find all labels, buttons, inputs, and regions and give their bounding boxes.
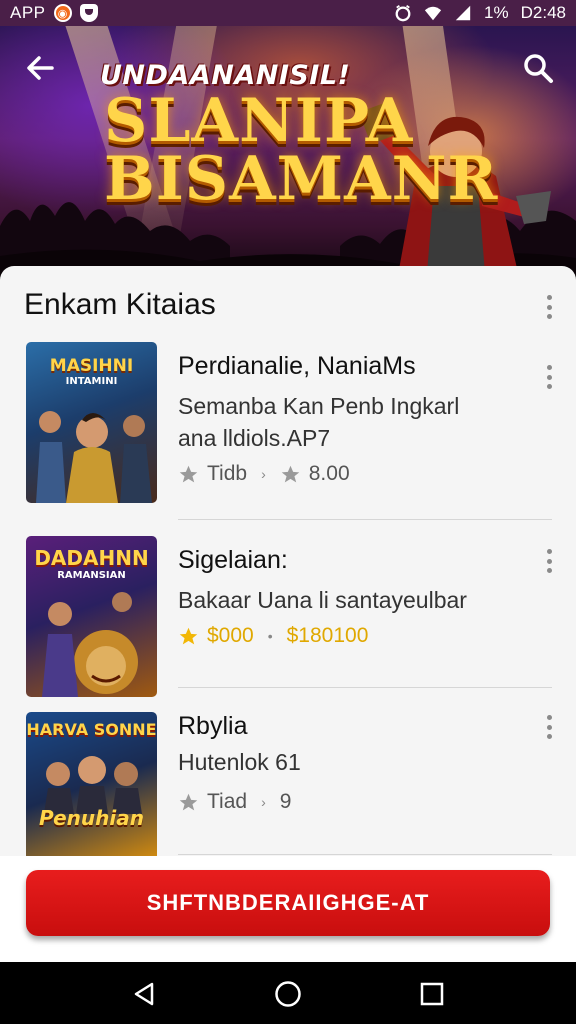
kebab-menu-icon[interactable]: [541, 712, 557, 742]
list-item[interactable]: HARVA SONNE Penuhian Rbylia Hutenlok 61 …: [0, 712, 576, 862]
banner-title-line1: SLANIPA: [104, 86, 414, 156]
thumbnail-title: MASIHNI: [49, 356, 134, 376]
thumbnail-title: HARVA SONNE: [26, 720, 157, 739]
thumbnail-title: DADAHNN: [34, 546, 149, 570]
item-meta: $000 • $180100: [178, 624, 368, 648]
search-icon[interactable]: [522, 52, 554, 84]
back-arrow-icon[interactable]: [22, 50, 58, 86]
thumbnail-art: [36, 411, 152, 503]
thumbnail-subtitle: Penuhian: [39, 806, 144, 830]
hero-banner: UNDAANANISIL! SLANIPA BISAMANR: [0, 26, 576, 276]
item-description: Bakaar Uana li santayeulbar: [178, 587, 467, 613]
divider: [178, 687, 552, 688]
section-title: Enkam Kitaias: [24, 288, 216, 321]
thumbnail-subtitle: RAMANSIAN: [57, 570, 126, 581]
content-card: Enkam Kitaias MASIHNI INTAMINI Perdianal…: [0, 266, 576, 866]
item-meta: Tidb › 8.00: [178, 462, 350, 486]
system-navigation-bar: [0, 962, 576, 1024]
item-description-line2: ana lldiols.AP7: [178, 425, 331, 451]
kebab-menu-icon[interactable]: [541, 546, 557, 576]
clock: D2:48: [520, 3, 566, 22]
meta-right-text: 8.00: [308, 462, 350, 485]
kebab-menu-icon[interactable]: [541, 362, 557, 392]
item-meta: Tiad › 9: [178, 790, 291, 814]
cta-area: SHFTNBDERAIIGHGE-AT: [0, 856, 576, 962]
divider: [178, 519, 552, 520]
item-title: Rbylia: [178, 712, 248, 740]
signal-icon: [455, 5, 471, 21]
meta-left-text: $000: [207, 624, 254, 647]
thumbnail-art: [42, 592, 138, 697]
primary-action-button[interactable]: SHFTNBDERAIIGHGE-AT: [26, 870, 550, 936]
meta-right-text: 9: [279, 790, 292, 813]
separator: •: [267, 628, 273, 644]
separator: ›: [261, 794, 266, 810]
banner-title-line2: BISAMANR: [104, 144, 499, 214]
status-right: 1% D2:48: [394, 3, 566, 23]
game-thumbnail: MASIHNI INTAMINI: [26, 342, 157, 503]
list-item[interactable]: MASIHNI INTAMINI Perdianalie, NaniaMs Se…: [0, 342, 576, 520]
kebab-menu-icon[interactable]: [541, 292, 557, 322]
shield-icon: [79, 4, 98, 22]
meta-left-text: Tidb: [207, 462, 248, 485]
star-icon: [179, 793, 198, 810]
game-thumbnail: HARVA SONNE Penuhian: [26, 712, 157, 857]
item-description: Semanba Kan Penb Ingkarl: [178, 393, 460, 419]
star-icon: [179, 465, 198, 482]
battery-text: 1%: [484, 3, 509, 22]
nav-back-icon[interactable]: [130, 980, 158, 1008]
star-icon: [179, 627, 198, 644]
separator: ›: [261, 466, 266, 482]
notification-app-icon: ◉: [53, 4, 72, 22]
item-title: Perdianalie, NaniaMs: [178, 352, 416, 380]
list-item[interactable]: DADAHNN RAMANSIAN Sigelaian: Bakaar Uana…: [0, 536, 576, 700]
thumbnail-subtitle: INTAMINI: [65, 376, 118, 387]
alarm-icon: [395, 5, 411, 22]
item-description: Hutenlok 61: [178, 749, 301, 775]
thumbnail-art: [44, 756, 142, 814]
wifi-icon: [424, 6, 442, 21]
status-bar: APP ◉ 1% D2:48: [0, 0, 576, 26]
meta-left-text: Tiad: [207, 790, 248, 813]
divider: [178, 854, 552, 855]
star-icon: [281, 465, 299, 482]
game-thumbnail: DADAHNN RAMANSIAN: [26, 536, 157, 697]
status-left: APP ◉: [10, 3, 98, 23]
meta-right-text: $180100: [286, 624, 369, 647]
status-app-label: APP: [10, 3, 46, 22]
nav-home-icon[interactable]: [274, 980, 302, 1008]
nav-recents-icon[interactable]: [418, 980, 446, 1008]
item-title: Sigelaian:: [178, 546, 288, 574]
banner-title: SLANIPA BISAMANR: [104, 86, 499, 214]
